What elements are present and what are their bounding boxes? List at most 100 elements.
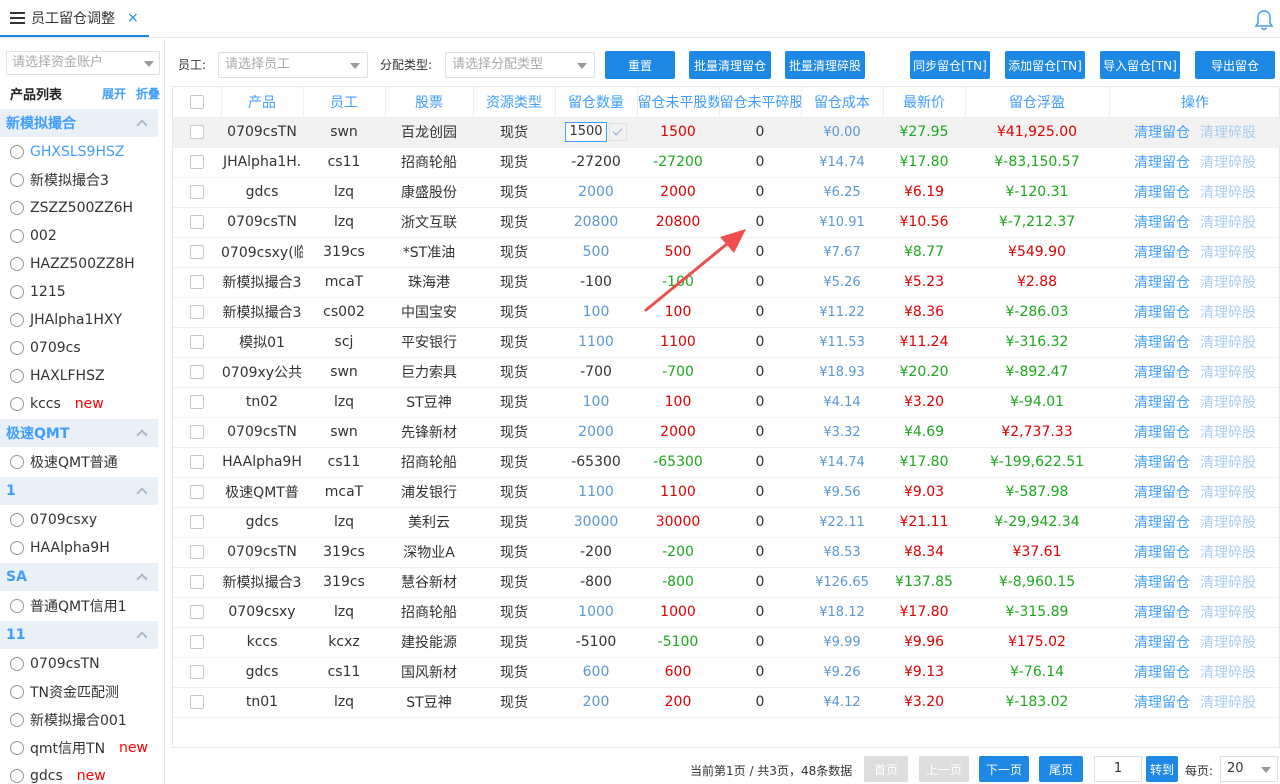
clear-odd-lots-link[interactable]: 清理碎股 (1200, 635, 1256, 651)
row-checkbox[interactable] (190, 365, 204, 379)
export-position-button[interactable]: 导出留仓 (1195, 51, 1275, 79)
table-row[interactable]: 0709csTN lzq 浙文互联 现货 20800 20800 0 ¥10.91 ¥10.56… (173, 207, 1280, 238)
table-row[interactable]: 新模拟撮合3 mcaT 珠海港 现货 -100 -100 0 ¥5.26 ¥5.23 ¥2.88 清… (173, 267, 1280, 298)
position-qty-cell[interactable]: -800 (555, 567, 637, 598)
sidebar-item[interactable]: 新模拟撮合3 (0, 166, 158, 194)
clear-position-link[interactable]: 清理留仓 (1134, 695, 1190, 711)
radio-button[interactable] (10, 257, 24, 271)
sidebar-item[interactable]: 普通QMT信用1 (0, 592, 158, 620)
radio-button[interactable] (10, 713, 24, 727)
header-latest-price[interactable]: 最新价 (883, 87, 966, 118)
chevron-up-icon[interactable] (136, 429, 148, 441)
sidebar-group[interactable]: SA (0, 563, 158, 591)
sidebar-item[interactable]: gdcs new (0, 762, 158, 784)
clear-position-link[interactable]: 清理留仓 (1134, 605, 1190, 621)
header-employee[interactable]: 员工 (303, 87, 386, 118)
page-number-input[interactable]: 1 (1094, 756, 1142, 782)
row-select-cell[interactable] (173, 177, 221, 208)
radio-button[interactable] (10, 685, 24, 699)
table-row[interactable]: JHAlpha1H. cs11 招商轮船 现货 -27200 -27200 0 ¥14.74 ¥… (173, 147, 1280, 178)
go-to-page-button[interactable]: 转到 (1146, 756, 1178, 782)
clear-position-link[interactable]: 清理留仓 (1134, 455, 1190, 471)
chevron-up-icon[interactable] (136, 487, 148, 499)
position-qty-cell[interactable]: 600 (555, 657, 637, 688)
clear-position-link[interactable]: 清理留仓 (1134, 305, 1190, 321)
row-select-cell[interactable] (173, 237, 221, 268)
row-checkbox[interactable] (190, 185, 204, 199)
select-all-checkbox[interactable] (189, 94, 204, 109)
position-qty-cell[interactable]: -27200 (555, 147, 637, 178)
row-checkbox[interactable] (190, 665, 204, 679)
table-row[interactable]: tn01 lzq ST豆神 现货 200 200 0 ¥4.12 ¥3.20 ¥-183.02 清理… (173, 687, 1280, 718)
row-checkbox[interactable] (190, 425, 204, 439)
clear-position-link[interactable]: 清理留仓 (1134, 245, 1190, 261)
row-select-cell[interactable] (173, 207, 221, 238)
clear-position-link[interactable]: 清理留仓 (1134, 125, 1190, 141)
position-qty-cell[interactable]: 500 (555, 237, 637, 268)
position-qty-cell[interactable]: -200 (555, 537, 637, 568)
row-checkbox[interactable] (190, 545, 204, 559)
sidebar-item[interactable]: 0709csxy (0, 506, 158, 534)
clear-odd-lots-link[interactable]: 清理碎股 (1200, 365, 1256, 381)
row-select-cell[interactable] (173, 447, 221, 478)
clear-odd-lots-link[interactable]: 清理碎股 (1200, 455, 1256, 471)
clear-odd-lots-link[interactable]: 清理碎股 (1200, 215, 1256, 231)
clear-position-link[interactable]: 清理留仓 (1134, 575, 1190, 591)
radio-button[interactable] (10, 285, 24, 299)
clear-position-link[interactable]: 清理留仓 (1134, 395, 1190, 411)
sidebar-item[interactable]: 0709csTN (0, 650, 158, 678)
tab-employee-position-adjust[interactable]: 员工留仓调整 × (0, 0, 149, 37)
sidebar-item[interactable]: kccs new (0, 390, 158, 418)
batch-clear-odd-lots-button[interactable]: 批量清理碎股 (785, 51, 865, 79)
position-qty-cell[interactable]: 1100 (555, 327, 637, 358)
table-row[interactable]: gdcs lzq 康盛股份 现货 2000 2000 0 ¥6.25 ¥6.19 ¥-120.31… (173, 177, 1280, 208)
row-select-cell[interactable] (173, 387, 221, 418)
radio-button[interactable] (10, 397, 24, 411)
table-row[interactable]: 0709csxy lzq 招商轮船 现货 1000 1000 0 ¥18.12 ¥17.80 ¥-… (173, 597, 1280, 628)
position-qty-cell[interactable]: 1100 (555, 477, 637, 508)
radio-button[interactable] (10, 657, 24, 671)
position-qty-cell[interactable]: 2000 (555, 177, 637, 208)
prev-page-button[interactable]: 上一页 (919, 756, 969, 782)
row-select-cell[interactable] (173, 537, 221, 568)
row-select-cell[interactable] (173, 507, 221, 538)
header-open-odd-lots[interactable]: 留仓未平碎股 (719, 87, 802, 118)
clear-odd-lots-link[interactable]: 清理碎股 (1200, 395, 1256, 411)
clear-position-link[interactable]: 清理留仓 (1134, 545, 1190, 561)
radio-button[interactable] (10, 313, 24, 327)
clear-position-link[interactable]: 清理留仓 (1134, 515, 1190, 531)
clear-position-link[interactable]: 清理留仓 (1134, 665, 1190, 681)
position-qty-cell[interactable]: -100 (555, 267, 637, 298)
header-floating-pnl[interactable]: 留仓浮盈 (965, 87, 1110, 118)
first-page-button[interactable]: 首页 (864, 756, 908, 782)
clear-position-link[interactable]: 清理留仓 (1134, 335, 1190, 351)
chevron-up-icon[interactable] (136, 573, 148, 585)
batch-clear-position-button[interactable]: 批量清理留仓 (689, 51, 771, 79)
sidebar-group[interactable]: 极速QMT (0, 419, 158, 447)
table-row[interactable]: 0709xy公共 swn 巨力索具 现货 -700 -700 0 ¥18.93 ¥20.20 ¥-… (173, 357, 1280, 388)
sidebar-item[interactable]: HAXLFHSZ (0, 362, 158, 390)
row-checkbox[interactable] (190, 245, 204, 259)
clear-odd-lots-link[interactable]: 清理碎股 (1200, 125, 1256, 141)
per-page-select[interactable]: 20 (1220, 756, 1278, 782)
row-select-cell[interactable] (173, 687, 221, 718)
table-row[interactable]: 模拟01 scj 平安银行 现货 1100 1100 0 ¥11.53 ¥11.24 ¥-316.… (173, 327, 1280, 358)
position-qty-cell[interactable]: 1000 (555, 597, 637, 628)
clear-odd-lots-link[interactable]: 清理碎股 (1200, 275, 1256, 291)
header-stock[interactable]: 股票 (385, 87, 474, 118)
table-row[interactable]: gdcs cs11 国风新材 现货 600 600 0 ¥9.26 ¥9.13 ¥-76.14 清理… (173, 657, 1280, 688)
position-qty-cell[interactable]: 200 (555, 687, 637, 718)
clear-position-link[interactable]: 清理留仓 (1134, 485, 1190, 501)
close-icon[interactable]: × (127, 10, 139, 26)
position-qty-cell[interactable]: 100 (555, 387, 637, 418)
row-checkbox[interactable] (190, 215, 204, 229)
sidebar-item[interactable]: 0709cs (0, 334, 158, 362)
row-checkbox[interactable] (190, 455, 204, 469)
sidebar-item[interactable]: 002 (0, 222, 158, 250)
row-select-cell[interactable] (173, 297, 221, 328)
expand-link[interactable]: 展开 (102, 85, 126, 102)
sidebar-item[interactable]: JHAlpha1HXY (0, 306, 158, 334)
position-qty-cell[interactable]: 1500 (555, 117, 637, 148)
row-checkbox[interactable] (190, 335, 204, 349)
row-select-cell[interactable] (173, 117, 221, 148)
